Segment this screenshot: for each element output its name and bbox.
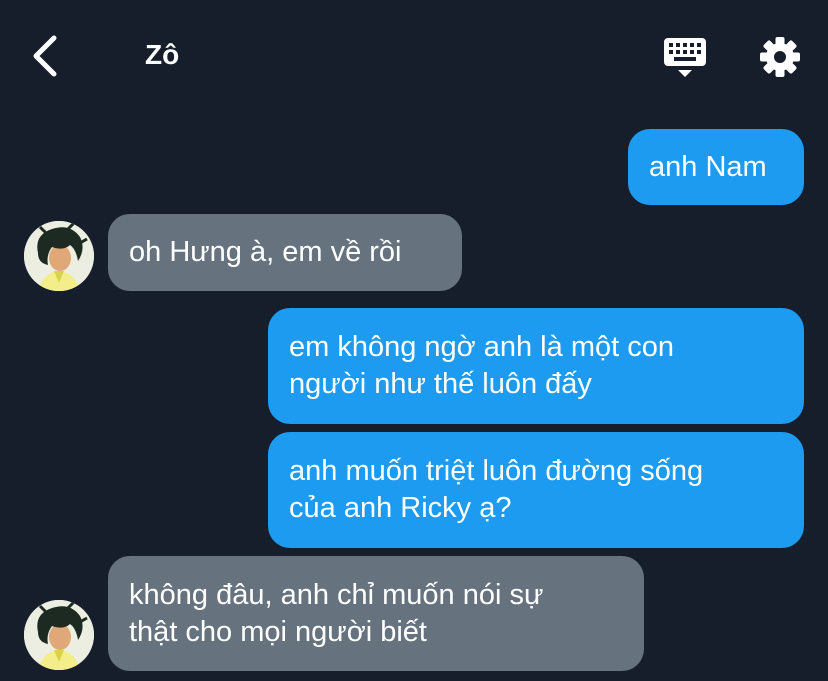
outgoing-message[interactable]: anh Nam [628,129,804,205]
chat-screen: Zô anh Nam oh Hưng à, em về rồi em không… [0,0,828,681]
chat-header: Zô [0,0,828,110]
message-text: không đâu, anh chỉ muốn nói sự thật cho … [129,578,544,648]
incoming-message[interactable]: không đâu, anh chỉ muốn nói sự thật cho … [108,556,644,671]
keyboard-icon [664,38,706,77]
outgoing-message[interactable]: anh muốn triệt luôn đường sống của anh R… [268,432,804,548]
message-text: oh Hưng à, em về rồi [129,236,402,268]
chevron-left-icon [33,35,57,77]
incoming-message[interactable]: oh Hưng à, em về rồi [108,214,462,291]
chat-title: Zô [145,39,180,70]
contact-avatar-image [24,600,94,670]
keyboard-button[interactable] [662,36,708,80]
avatar[interactable] [24,221,94,291]
message-text: anh Nam [649,150,767,183]
settings-button[interactable] [757,34,803,80]
message-text: anh muốn triệt luôn đường sống của anh R… [289,455,704,524]
gear-icon [760,37,800,77]
avatar[interactable] [24,600,94,670]
back-button[interactable] [26,34,66,78]
message-text: em không ngờ anh là một con người như th… [289,331,674,400]
contact-avatar-image [24,221,94,291]
outgoing-message[interactable]: em không ngờ anh là một con người như th… [268,308,804,424]
